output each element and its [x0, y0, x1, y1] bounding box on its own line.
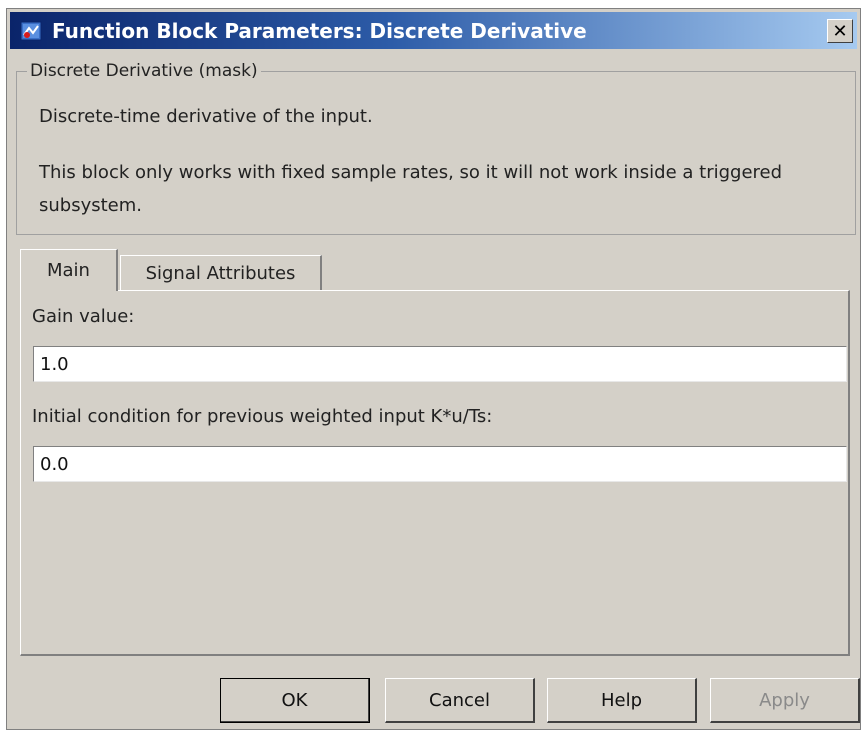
help-button[interactable]: Help — [547, 678, 697, 723]
title-bar[interactable]: Function Block Parameters: Discrete Deri… — [10, 12, 857, 49]
simulink-block-icon — [20, 21, 42, 41]
apply-button[interactable]: Apply — [710, 678, 860, 723]
gain-input[interactable] — [33, 346, 847, 382]
close-icon: ✕ — [832, 20, 848, 42]
mask-description-line2: This block only works with fixed sample … — [39, 162, 783, 183]
tab-signal-attributes-label: Signal Attributes — [145, 262, 296, 284]
tab-main[interactable]: Main — [20, 249, 118, 291]
dialog-window: Function Block Parameters: Discrete Deri… — [6, 8, 861, 730]
gain-label: Gain value: — [32, 306, 135, 327]
window-title: Function Block Parameters: Discrete Deri… — [52, 19, 587, 43]
mask-description-line3: subsystem. — [39, 195, 143, 216]
main-tab-panel: Gain value: Initial condition for previo… — [20, 290, 850, 656]
initial-condition-label: Initial condition for previous weighted … — [32, 406, 493, 427]
tab-main-label: Main — [47, 260, 90, 281]
close-button[interactable]: ✕ — [827, 19, 853, 43]
cancel-button[interactable]: Cancel — [385, 678, 535, 723]
tab-signal-attributes[interactable]: Signal Attributes — [120, 255, 322, 290]
initial-condition-input[interactable] — [33, 446, 847, 482]
ok-button[interactable]: OK — [220, 678, 370, 723]
mask-legend: Discrete Derivative (mask) — [27, 61, 261, 81]
mask-description-line1: Discrete-time derivative of the input. — [39, 106, 373, 127]
